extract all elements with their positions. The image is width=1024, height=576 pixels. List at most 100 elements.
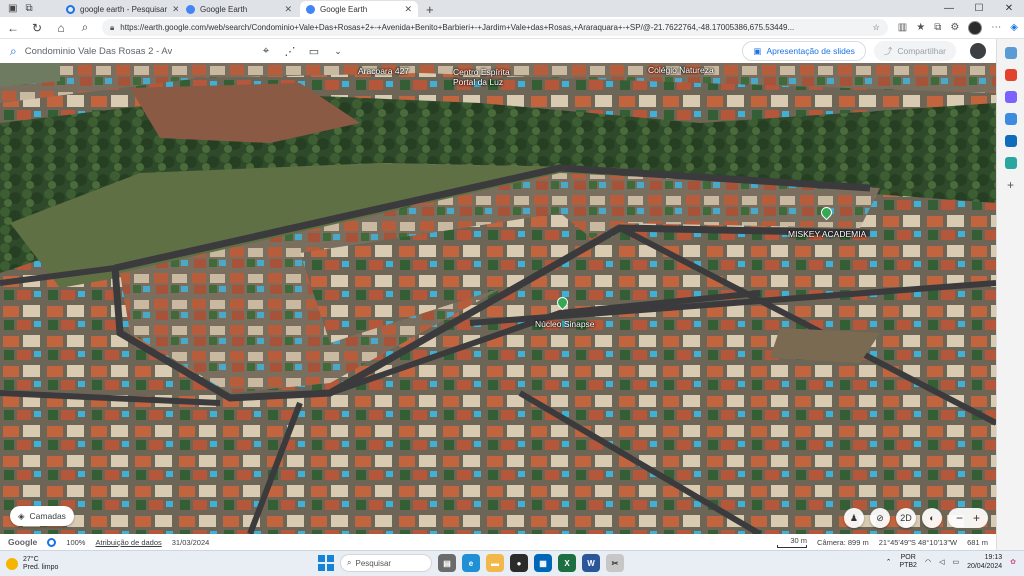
scale-bar[interactable]: 30 m [777, 536, 808, 548]
temperature: 27°C [23, 555, 39, 563]
wifi-icon[interactable]: ◠ [925, 558, 931, 566]
weather-widget[interactable]: 27°C Pred. limpo [6, 556, 126, 572]
add-icon[interactable]: + [1005, 179, 1017, 191]
collections-icon[interactable]: ⧉ [934, 22, 941, 33]
lock-icon[interactable]: 🔒︎ [110, 23, 114, 33]
favorite-star-icon[interactable]: ☆ [873, 23, 880, 32]
share-label: Compartilhar [897, 46, 946, 56]
edge-sidebar: + [996, 39, 1024, 550]
place-label-aracoara[interactable]: Aracoara 427 [358, 66, 409, 76]
taskbar-search[interactable]: ⌕ Pesquisar [340, 554, 432, 572]
tab-actions-icon[interactable]: ⧉ [25, 3, 32, 14]
path-icon[interactable]: ⋰ [282, 45, 298, 58]
toggle-2d-button[interactable]: 2D [895, 508, 916, 528]
tools-icon[interactable] [1004, 91, 1017, 103]
google-logo: Google [8, 537, 38, 547]
search-icon[interactable]: ⌕ [78, 20, 92, 35]
url-text[interactable]: https://earth.google.com/web/search/Cond… [120, 23, 866, 32]
close-tab-icon[interactable]: ✕ [172, 4, 178, 15]
send-icon[interactable] [1004, 157, 1017, 169]
place-label-centro-espirita[interactable]: Centro Espírita Portal da Luz [453, 67, 510, 87]
windows-taskbar: 27°C Pred. limpo ⌕ Pesquisar ▤ e ▬ ● ▦ X… [0, 550, 1024, 576]
search-icon[interactable]: ⌕ [10, 44, 17, 59]
back-icon[interactable]: ← [6, 21, 20, 35]
tab-google-earth-2[interactable]: Google Earth ✕ [300, 1, 418, 17]
close-tab-icon[interactable]: ✕ [284, 4, 292, 15]
tab-google-search[interactable]: google earth - Pesquisar ✕ [60, 1, 178, 17]
place-label-nucleo-sinapse[interactable]: Núcleo Sinapse [535, 319, 595, 329]
excel-icon[interactable]: X [558, 554, 576, 572]
browser-tab-bar: ▣ ⧉ google earth - Pesquisar ✕ Google Ea… [0, 0, 1024, 17]
store-icon[interactable]: ▦ [534, 554, 552, 572]
tab-google-earth-1[interactable]: Google Earth ✕ [180, 1, 298, 17]
map-imagery[interactable] [0, 63, 996, 534]
profile-avatar[interactable] [968, 20, 983, 35]
ruler-icon[interactable]: ▭ [306, 45, 322, 58]
pegman-icon[interactable]: ♟ [843, 508, 864, 528]
google-favicon-icon [66, 4, 75, 14]
compass-icon[interactable]: ⊘ [869, 508, 890, 528]
chevron-up-icon[interactable]: ⌃ [886, 558, 892, 566]
share-button[interactable]: ⤴ Compartilhar [873, 41, 956, 61]
account-avatar[interactable] [970, 43, 986, 59]
file-explorer-icon[interactable]: ▬ [486, 554, 504, 572]
zoom-in-button[interactable]: + [973, 511, 980, 525]
camera-altitude: Câmera: 899 m [817, 537, 869, 547]
earth-status-bar: Google 100% Atribuição de dados 31/03/20… [0, 534, 996, 550]
volume-icon[interactable]: ◁ [939, 558, 944, 566]
zoom-control: − + [947, 508, 988, 528]
window-icons: ▣ ⧉ [0, 0, 60, 17]
earth-toolbar: ⌕ Condominio Vale Das Rosas 2 - Av ⌖ ⋰ ▭… [0, 39, 996, 63]
split-screen-icon[interactable]: ▥ [898, 22, 907, 33]
scale-label: 30 m [790, 536, 808, 545]
street-view-icon[interactable]: ◐ [921, 508, 942, 528]
favorites-icon[interactable]: ★ [916, 22, 925, 33]
location-pin-icon[interactable]: ⌖ [258, 45, 274, 58]
close-window-icon[interactable]: ✕ [994, 0, 1024, 17]
url-field[interactable]: 🔒︎ https://earth.google.com/web/search/C… [102, 19, 888, 36]
place-label-miskey-academia[interactable]: MISKEY ACADEMIA [788, 229, 866, 239]
clock[interactable]: 19:13 20/04/2024 [967, 553, 1002, 571]
language-indicator[interactable]: POR PTB2 [899, 554, 917, 570]
snipping-tool-icon[interactable]: ✂ [606, 554, 624, 572]
coordinates: 21°45'49"S 48°10'13"W [878, 537, 958, 547]
more-menu-icon[interactable]: ⋯ [991, 22, 1001, 33]
zoom-out-button[interactable]: − [956, 511, 963, 525]
word-icon[interactable]: W [582, 554, 600, 572]
slideshow-button[interactable]: ▣ Apresentação de slides [742, 41, 866, 61]
close-tab-icon[interactable]: ✕ [404, 4, 412, 15]
earth-search[interactable]: ⌕ Condominio Vale Das Rosas 2 - Av [10, 44, 250, 59]
search-icon: ⌕ [347, 558, 352, 567]
notifications-icon[interactable]: ✿ [1010, 558, 1016, 566]
place-label-colegio-natureza[interactable]: Colégio Natureza [648, 65, 714, 75]
games-icon[interactable] [1004, 113, 1017, 125]
reload-icon[interactable]: ↻ [30, 21, 44, 35]
place-pin-icon[interactable] [821, 207, 830, 219]
search-input[interactable]: Condominio Vale Das Rosas 2 - Av [25, 46, 173, 57]
copilot-icon[interactable]: ◈ [1010, 22, 1018, 33]
task-view-icon[interactable]: ▤ [438, 554, 456, 572]
satellite-map[interactable]: Aracoara 427 Centro Espírita Portal da L… [0, 63, 996, 534]
maximize-icon[interactable]: ☐ [964, 0, 994, 17]
workspaces-icon[interactable]: ▣ [8, 3, 17, 14]
outlook-icon[interactable] [1004, 135, 1017, 147]
new-tab-button[interactable]: + [420, 2, 440, 17]
layers-button[interactable]: ◈ Camadas [10, 506, 74, 526]
start-button[interactable] [318, 555, 334, 571]
loading-ring-icon [47, 537, 57, 547]
dell-icon[interactable]: ● [510, 554, 528, 572]
browser-toolbar: ▥ ★ ⧉ ⚙ ⋯ ◈ [898, 20, 1018, 35]
extensions-icon[interactable]: ⚙ [950, 22, 959, 33]
search-sidebar-icon[interactable] [1004, 47, 1017, 59]
place-pin-icon[interactable] [557, 297, 566, 309]
shopping-icon[interactable] [1004, 69, 1017, 81]
slideshow-icon: ▣ [753, 45, 762, 56]
edge-icon[interactable]: e [462, 554, 480, 572]
load-percentage: 100% [66, 537, 86, 547]
battery-icon[interactable]: ▭ [952, 558, 959, 566]
imagery-date: 31/03/2024 [171, 537, 210, 547]
chevron-down-icon[interactable]: ⌄ [330, 46, 346, 57]
home-icon[interactable]: ⌂ [54, 21, 68, 35]
data-attribution-link[interactable]: Atribuição de dados [95, 538, 161, 547]
minimize-icon[interactable]: — [934, 0, 964, 17]
